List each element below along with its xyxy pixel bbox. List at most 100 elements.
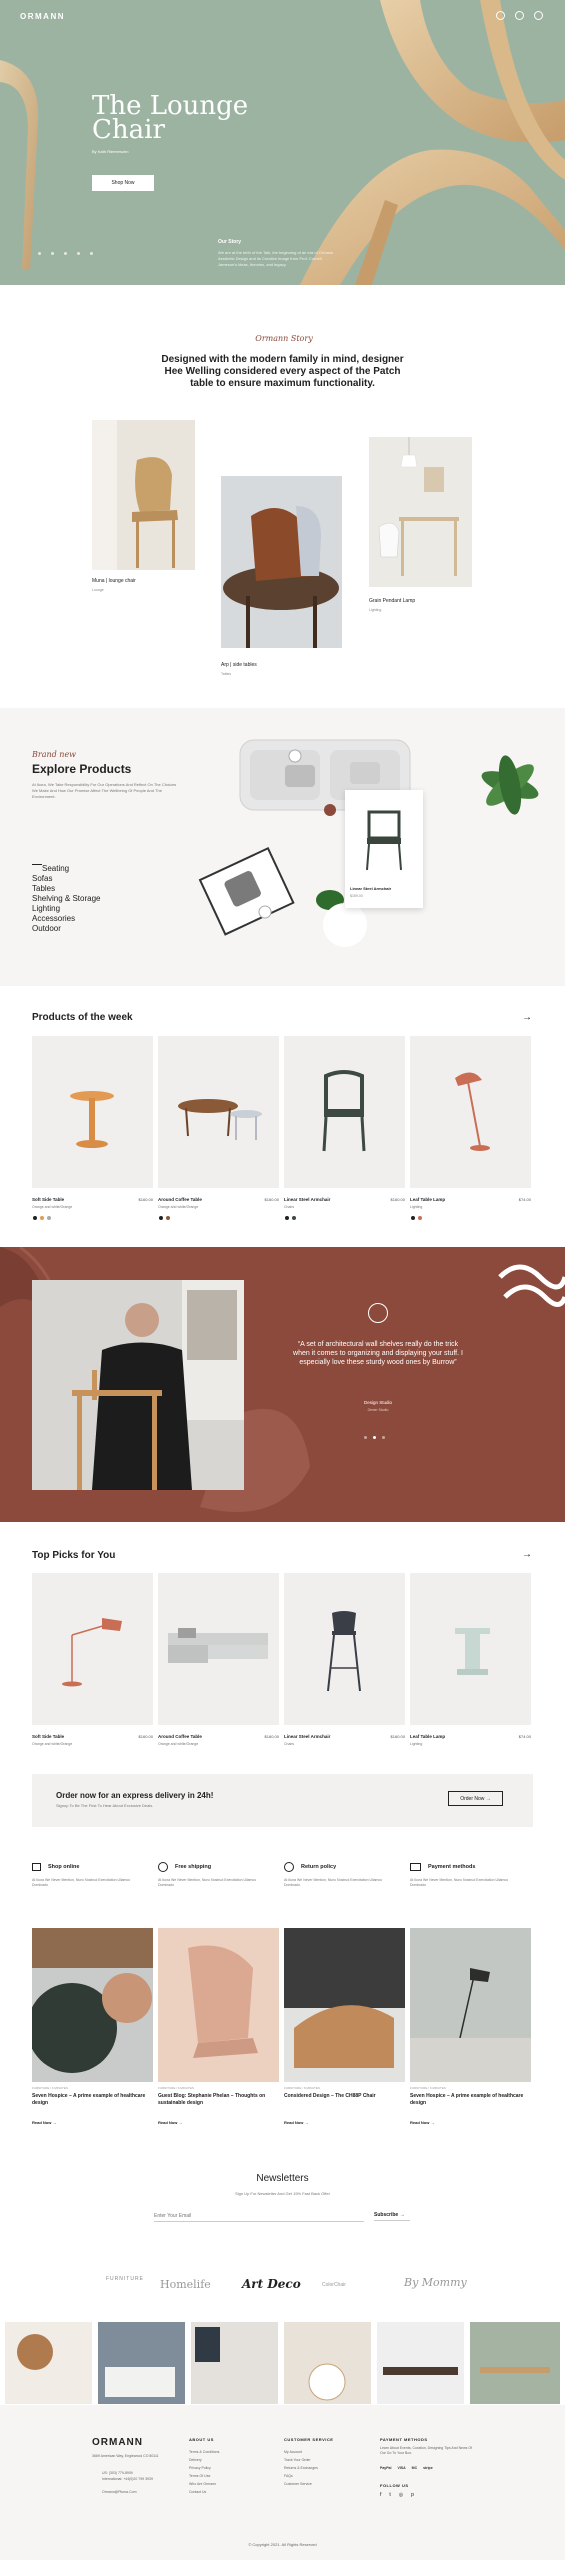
product-tooltip-card[interactable]: Linear Steel Armchair $159.00 [345, 790, 423, 908]
intro-item-name[interactable]: Arp | side tables [221, 662, 257, 668]
blog-title[interactable]: Guest Blog: Stephanie Phelan – Thoughts … [158, 2093, 273, 2107]
newsletter-email-input[interactable] [154, 2210, 364, 2222]
instagram-icon[interactable]: ◎ [399, 2492, 403, 2498]
site-logo[interactable]: ORMANN [20, 12, 65, 21]
product-image-grain[interactable] [369, 437, 472, 587]
product-card[interactable] [158, 1573, 279, 1725]
category-item[interactable]: Sofas [32, 874, 101, 884]
brand-logo[interactable]: FURNITURE [106, 2276, 144, 2282]
brand-logo[interactable]: By Mommy [404, 2276, 467, 2289]
cart-icon[interactable] [534, 11, 543, 20]
product-name[interactable]: Leaf Table Lamp [410, 1197, 445, 1202]
category-list: Seating [42, 864, 69, 874]
table-lamp-image [455, 1072, 490, 1151]
category-item[interactable]: Shelving & Storage [32, 894, 101, 904]
product-card[interactable] [284, 1573, 405, 1725]
footer-link[interactable]: Track Your Order [284, 2456, 318, 2464]
blog-title[interactable]: Seven Hospice – A prime example of healt… [32, 2093, 147, 2107]
testimonial-pagination[interactable] [364, 1436, 385, 1439]
product-card[interactable] [284, 1036, 405, 1188]
newsletter-title: Newsletters [256, 2173, 309, 2184]
payment-icon [410, 1863, 421, 1871]
read-now-link[interactable]: Read Now → [284, 2120, 308, 2125]
pinterest-icon[interactable]: p [411, 2492, 414, 2498]
footer-link[interactable]: Contact Us [189, 2488, 219, 2496]
blog-image[interactable] [32, 1928, 153, 2082]
arrow-right-icon[interactable]: → [522, 1012, 532, 1023]
footer-col-title: CUSTOMER SERVICE [284, 2437, 334, 2442]
blog-title[interactable]: Seven Hospice – A prime example of healt… [410, 2093, 525, 2107]
footer [0, 2405, 565, 2560]
footer-link[interactable]: Privacy Policy [189, 2464, 219, 2472]
hero-title: The Lounge Chair [92, 91, 249, 145]
footer-link[interactable]: Who Are Ormann [189, 2480, 219, 2488]
hero-pagination[interactable] [38, 252, 93, 255]
footer-payment-desc: Learn About Events, Curation, Designing … [380, 2446, 473, 2455]
read-now-link[interactable]: Read Now → [410, 2120, 434, 2125]
footer-link[interactable]: Returns & Exchanges [284, 2464, 318, 2472]
blog-image[interactable] [410, 1928, 531, 2082]
feature-desc: At Ikora We Never Mention, Nunc Nostrud … [410, 1878, 509, 1887]
hero-chair-illustration [0, 0, 565, 285]
footer-link[interactable]: FAQs [284, 2472, 318, 2480]
intro-item-name[interactable]: Grain Pendant Lamp [369, 598, 415, 604]
read-now-link[interactable]: Read Now → [158, 2120, 182, 2125]
product-name[interactable]: Linear Steel Armchair [284, 1197, 330, 1202]
category-item[interactable]: Seating [42, 864, 69, 874]
product-card[interactable] [32, 1573, 153, 1725]
footer-email[interactable]: Ormann@Pluma.Com [102, 2488, 136, 2496]
shop-now-button[interactable]: Shop Now [92, 175, 154, 191]
quote-icon [368, 1303, 388, 1323]
brand-logo[interactable]: Art Deco [242, 2277, 301, 2291]
hero-story-text: We are at the birth of the Talk, the beg… [218, 250, 334, 267]
subscribe-button[interactable]: Subscribe → [374, 2212, 410, 2221]
footer-link[interactable]: Terms Of Use [189, 2472, 219, 2480]
blog-title[interactable]: Considered Design – The CH88P Chair [284, 2093, 399, 2100]
sofa-image [168, 1628, 268, 1663]
read-now-link[interactable]: Read Now → [32, 2120, 56, 2125]
product-image-arp[interactable] [221, 476, 342, 648]
footer-link[interactable]: My Account [284, 2448, 318, 2456]
user-icon[interactable] [515, 11, 524, 20]
footer-link[interactable]: Customer Service [284, 2480, 318, 2488]
product-name[interactable]: Soft Side Table [32, 1197, 64, 1202]
blog-image[interactable] [158, 1928, 279, 2082]
product-card[interactable] [158, 1036, 279, 1188]
product-name[interactable]: Around Coffee Table [158, 1197, 202, 1202]
product-name[interactable]: Soft Side Table [32, 1734, 64, 1739]
twitter-icon[interactable]: t [389, 2492, 390, 2498]
search-icon[interactable] [496, 11, 505, 20]
product-price: $160.00 [264, 1734, 279, 1739]
category-item[interactable]: Tables [32, 884, 101, 894]
product-name[interactable]: Leaf Table Lamp [410, 1734, 445, 1739]
color-swatches[interactable] [32, 1215, 532, 1221]
arrow-right-icon[interactable]: → [522, 1549, 532, 1560]
intro-item-sub: Tables [221, 672, 232, 676]
feature-title: Free shipping [175, 1864, 212, 1870]
product-card[interactable] [32, 1036, 153, 1188]
facebook-icon[interactable]: f [380, 2492, 381, 2498]
category-list-rest: Sofas Tables Shelving & Storage Lighting… [32, 874, 101, 934]
product-price: $160.00 [138, 1734, 153, 1739]
steel-armchair-image [345, 790, 423, 880]
category-item[interactable]: Accessories [32, 914, 101, 924]
feature-desc: At Ikora We Never Mention, Nunc Nostrud … [32, 1878, 131, 1887]
product-name[interactable]: Linear Steel Armchair [284, 1734, 330, 1739]
category-item[interactable]: Outdoor [32, 924, 101, 934]
intro-item-name[interactable]: Muna | lounge chair [92, 578, 136, 584]
category-item[interactable]: Lighting [32, 904, 101, 914]
product-card[interactable] [410, 1036, 531, 1188]
order-now-button[interactable]: Order Now → [448, 1791, 503, 1806]
product-name[interactable]: Around Coffee Table [158, 1734, 202, 1739]
footer-link[interactable]: Delivery [189, 2456, 219, 2464]
footer-logo[interactable]: ORMANN [92, 2437, 143, 2448]
side-table-image [221, 476, 342, 648]
footer-link[interactable]: Terms & Conditions [189, 2448, 219, 2456]
blog-image[interactable] [284, 1928, 405, 2082]
instagram-gallery[interactable] [5, 2322, 560, 2404]
paypal-icon: PayPal [380, 2466, 392, 2470]
brand-logo[interactable]: Homelife [160, 2278, 211, 2291]
brand-logo[interactable]: ColorChair [322, 2282, 346, 2288]
product-image-muna[interactable] [92, 420, 195, 570]
product-card[interactable] [410, 1573, 531, 1725]
